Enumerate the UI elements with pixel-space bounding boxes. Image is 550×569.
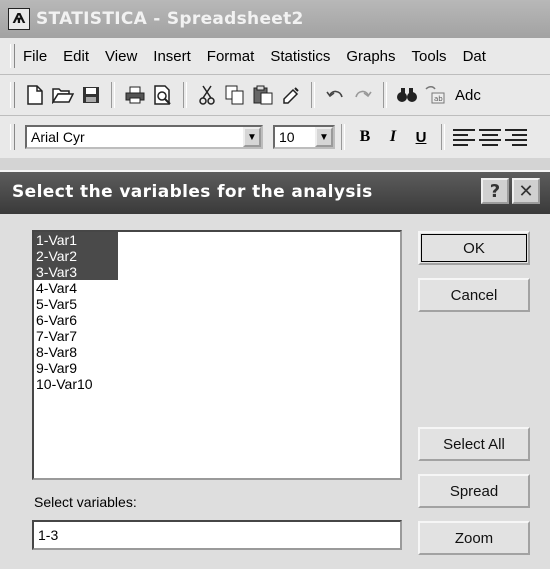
- menu-view[interactable]: View: [97, 48, 145, 65]
- toolbar-separator: [383, 82, 387, 108]
- select-variables-label: Select variables:: [34, 494, 137, 510]
- list-item[interactable]: 3-Var3: [34, 264, 118, 280]
- italic-button[interactable]: I: [381, 128, 405, 146]
- print-icon[interactable]: [124, 84, 146, 106]
- list-item[interactable]: 8-Var8: [34, 344, 400, 360]
- statistica-logo-icon: Ѧ: [8, 8, 30, 30]
- add-ins-label[interactable]: Adc: [455, 87, 481, 104]
- select-variables-dialog: Select the variables for the analysis ? …: [0, 170, 550, 569]
- font-name-value: Arial Cyr: [31, 129, 85, 145]
- svg-text:ab: ab: [434, 95, 443, 103]
- menu-bar: File Edit View Insert Format Statistics …: [0, 38, 550, 75]
- replace-icon[interactable]: ab: [424, 84, 446, 106]
- variables-list: 1-Var1 2-Var2 3-Var3 4-Var4 5-Var5 6-Var6 7-Va…: [34, 232, 400, 392]
- list-item[interactable]: 4-Var4: [34, 280, 400, 296]
- list-item[interactable]: 1-Var1: [34, 232, 118, 248]
- zoom-button[interactable]: Zoom: [418, 521, 530, 555]
- menu-edit[interactable]: Edit: [55, 48, 97, 65]
- select-all-button[interactable]: Select All: [418, 427, 530, 461]
- menu-statistics[interactable]: Statistics: [262, 48, 338, 65]
- formatting-toolbar: Arial Cyr ▼ 10 ▼ B I U: [0, 116, 550, 158]
- menu-file[interactable]: File: [15, 48, 55, 65]
- paste-icon[interactable]: [252, 84, 274, 106]
- copy-icon[interactable]: [224, 84, 246, 106]
- dialog-titlebar[interactable]: Select the variables for the analysis ? …: [0, 172, 550, 214]
- open-folder-icon[interactable]: [52, 84, 74, 106]
- close-icon[interactable]: ✕: [512, 178, 540, 204]
- spread-button[interactable]: Spread: [418, 474, 530, 508]
- font-size-value: 10: [279, 129, 295, 145]
- menu-tools[interactable]: Tools: [404, 48, 455, 65]
- save-icon[interactable]: [80, 84, 102, 106]
- new-document-icon[interactable]: [24, 84, 46, 106]
- ok-button[interactable]: OK: [418, 231, 530, 265]
- standard-toolbar: ab Adc: [0, 75, 550, 116]
- help-button[interactable]: ?: [481, 178, 509, 204]
- toolbar-separator: [183, 82, 187, 108]
- chevron-down-icon[interactable]: ▼: [315, 127, 333, 147]
- toolbar-grip[interactable]: [10, 82, 15, 108]
- app-title: STATISTICA - Spreadsheet2: [36, 9, 304, 29]
- list-item[interactable]: 9-Var9: [34, 360, 400, 376]
- toolbar-separator: [441, 124, 445, 150]
- align-left-icon[interactable]: [453, 127, 475, 147]
- chevron-down-icon[interactable]: ▼: [243, 127, 261, 147]
- list-item[interactable]: 6-Var6: [34, 312, 400, 328]
- list-item[interactable]: 7-Var7: [34, 328, 400, 344]
- print-preview-icon[interactable]: [152, 84, 174, 106]
- menu-graphs[interactable]: Graphs: [338, 48, 403, 65]
- cut-icon[interactable]: [196, 84, 218, 106]
- align-center-icon[interactable]: [479, 127, 501, 147]
- fmtbar-grip[interactable]: [10, 124, 15, 150]
- format-painter-icon[interactable]: [280, 84, 302, 106]
- cancel-button[interactable]: Cancel: [418, 278, 530, 312]
- redo-icon[interactable]: [352, 84, 374, 106]
- app-titlebar[interactable]: Ѧ STATISTICA - Spreadsheet2: [0, 0, 550, 38]
- dialog-title: Select the variables for the analysis: [12, 182, 373, 202]
- toolbar-separator: [111, 82, 115, 108]
- toolbar-separator: [341, 124, 345, 150]
- variables-listbox[interactable]: 1-Var1 2-Var2 3-Var3 4-Var4 5-Var5 6-Var6 7-Va…: [32, 230, 402, 480]
- select-variables-input[interactable]: [32, 520, 402, 550]
- menu-format[interactable]: Format: [199, 48, 263, 65]
- menu-insert[interactable]: Insert: [145, 48, 199, 65]
- list-item[interactable]: 2-Var2: [34, 248, 118, 264]
- underline-button[interactable]: U: [409, 129, 433, 146]
- list-item[interactable]: 5-Var5: [34, 296, 400, 312]
- align-right-icon[interactable]: [505, 127, 527, 147]
- toolbar-separator: [311, 82, 315, 108]
- find-icon[interactable]: [396, 84, 418, 106]
- font-name-combo[interactable]: Arial Cyr ▼: [25, 125, 263, 149]
- undo-icon[interactable]: [324, 84, 346, 106]
- bold-button[interactable]: B: [353, 128, 377, 146]
- menu-data[interactable]: Dat: [455, 48, 494, 65]
- list-item[interactable]: 10-Var10: [34, 376, 400, 392]
- font-size-combo[interactable]: 10 ▼: [273, 125, 335, 149]
